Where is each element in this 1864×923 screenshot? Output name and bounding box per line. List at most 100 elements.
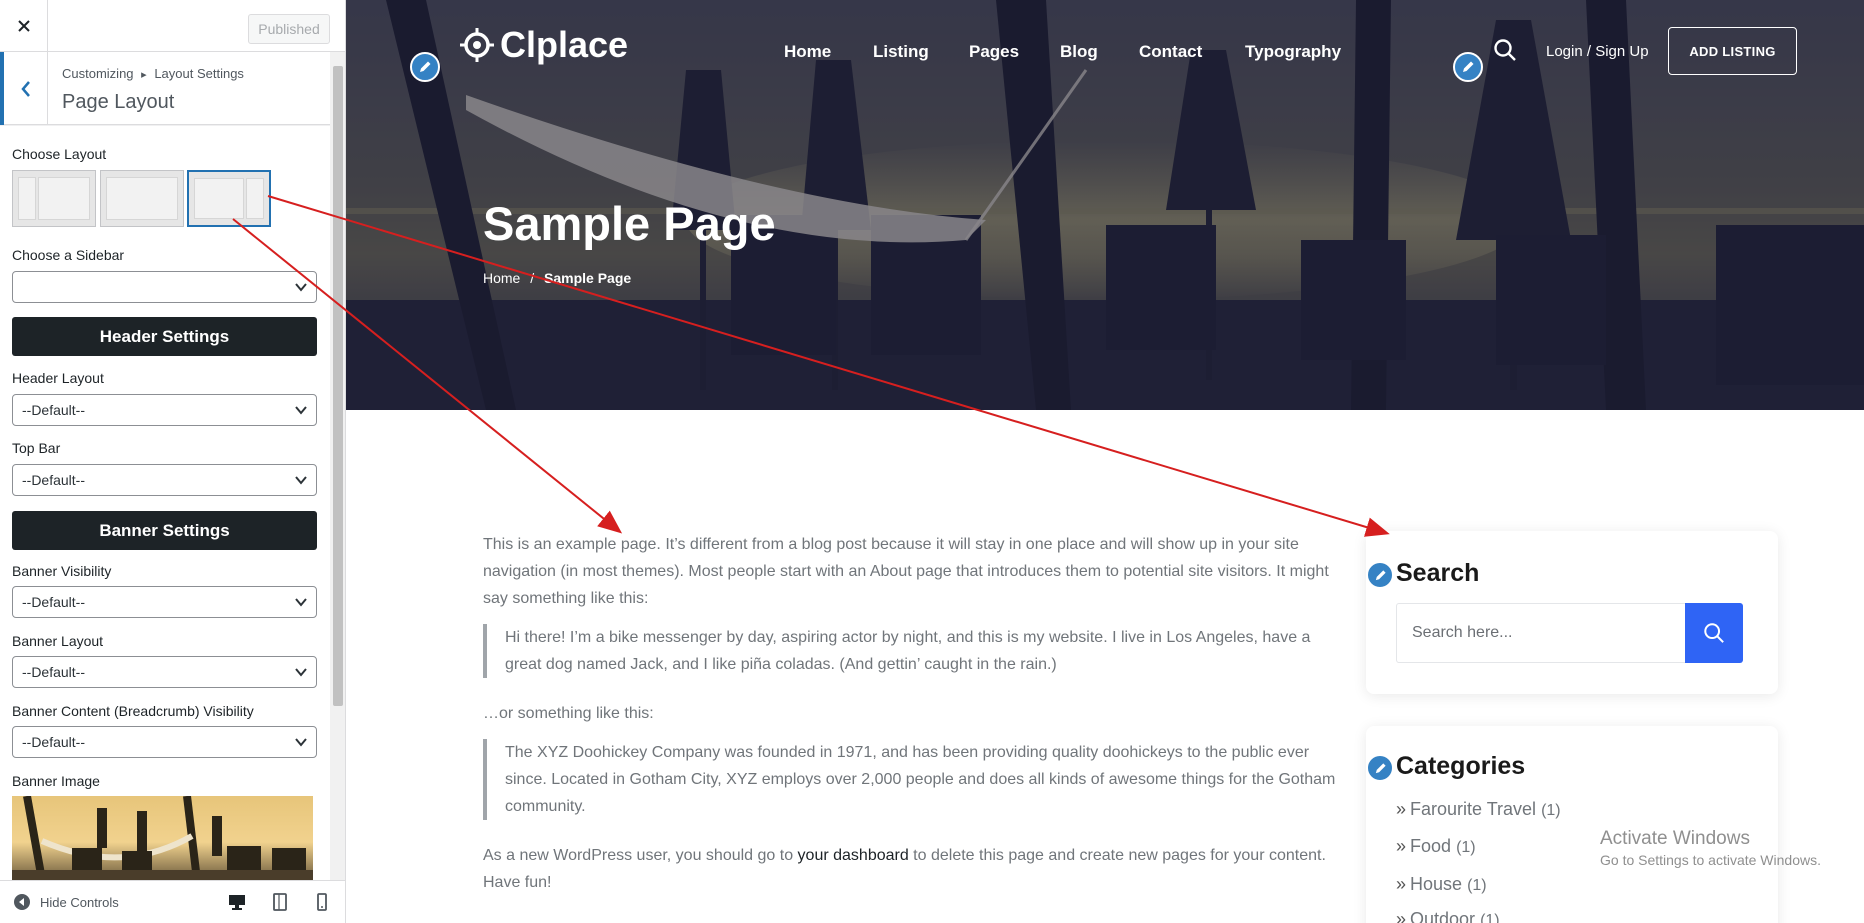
banner-visibility-value: --Default--	[22, 594, 86, 610]
search-submit-button[interactable]	[1685, 603, 1743, 663]
pencil-icon	[1375, 569, 1386, 580]
breadcrumb: Home / Sample Page	[483, 270, 631, 286]
content-quote-2: The XYZ Doohickey Company was founded in…	[483, 739, 1343, 820]
panel-scrollbar[interactable]	[330, 52, 345, 880]
panel-header: Customizing ▸ Layout Settings Page Layou…	[0, 52, 345, 125]
category-label: Farourite Travel	[1410, 799, 1537, 819]
banner-layout-select[interactable]: --Default--	[12, 656, 317, 688]
layout-option-left-sidebar[interactable]	[12, 170, 96, 227]
layout-sidebar-col	[18, 177, 36, 220]
edit-menu-shortcut[interactable]	[1453, 52, 1483, 82]
customizer-panel: Published Customizing ▸ Layout Settings …	[0, 0, 346, 923]
header-layout-select[interactable]: --Default--	[12, 394, 317, 426]
collapse-arrow-icon	[14, 894, 30, 910]
nav-home[interactable]: Home	[784, 42, 831, 62]
site-logo[interactable]: Clplace	[460, 24, 628, 66]
hide-controls-label: Hide Controls	[40, 894, 119, 910]
nav-contact[interactable]: Contact	[1139, 42, 1202, 62]
header-settings-button[interactable]: Header Settings	[12, 317, 317, 356]
content-quote-1: Hi there! I’m a bike messenger by day, a…	[483, 624, 1343, 678]
banner-content-label: Banner Content (Breadcrumb) Visibility	[12, 703, 254, 719]
customizer-footer: Hide Controls	[0, 880, 345, 923]
layout-content-col	[38, 177, 90, 220]
mobile-icon	[317, 893, 327, 911]
edit-categories-widget-shortcut[interactable]	[1366, 754, 1394, 782]
banner-layout-value: --Default--	[22, 664, 86, 680]
chevron-down-icon	[295, 738, 307, 747]
close-customizer-button[interactable]	[0, 0, 48, 52]
layout-content-col	[194, 178, 244, 219]
tablet-icon	[273, 893, 287, 911]
pencil-icon	[1375, 762, 1386, 773]
double-chevron-icon: »	[1396, 799, 1407, 819]
content-paragraph-2: …or something like this:	[483, 705, 654, 722]
category-item[interactable]: » Farourite Travel (1)	[1396, 799, 1561, 820]
top-bar-label: Top Bar	[12, 440, 61, 456]
desktop-icon	[229, 895, 245, 910]
banner-visibility-select[interactable]: --Default--	[12, 586, 317, 618]
nav-typography[interactable]: Typography	[1245, 42, 1341, 62]
edit-logo-shortcut[interactable]	[410, 52, 440, 82]
page-title: Sample Page	[483, 197, 776, 250]
back-button[interactable]	[0, 52, 48, 125]
layout-option-right-sidebar[interactable]	[187, 170, 271, 227]
category-item[interactable]: » Food (1)	[1396, 836, 1476, 857]
category-item[interactable]: » Outdoor (1)	[1396, 909, 1500, 923]
panel-breadcrumb: Customizing ▸ Layout Settings	[62, 66, 244, 81]
banner-image-thumbnail	[12, 796, 313, 880]
category-count: (1)	[1541, 802, 1561, 819]
hero-banner: Clplace Home Listing Pages Blog Contact …	[346, 0, 1864, 410]
category-label: House	[1410, 874, 1463, 894]
pencil-icon	[420, 61, 431, 72]
dashboard-link[interactable]: your dashboard	[798, 847, 909, 864]
choose-layout-label: Choose Layout	[12, 146, 107, 162]
layout-option-full-width[interactable]	[100, 170, 184, 227]
publish-button[interactable]: Published	[248, 14, 330, 44]
desktop-preview-button[interactable]	[228, 893, 246, 916]
login-signup-link[interactable]: Login / Sign Up	[1546, 43, 1649, 60]
banner-layout-label: Banner Layout	[12, 633, 104, 649]
mobile-preview-button[interactable]	[313, 893, 331, 916]
search-placeholder: Search here...	[1412, 624, 1513, 641]
add-listing-button[interactable]: ADD LISTING	[1668, 27, 1797, 75]
breadcrumb-section: Layout Settings	[154, 66, 244, 81]
hide-controls-button[interactable]: Hide Controls	[14, 894, 119, 910]
search-icon	[1494, 39, 1516, 61]
site-logo-text: Clplace	[500, 24, 629, 65]
tablet-preview-button[interactable]	[271, 893, 289, 916]
top-bar-value: --Default--	[22, 472, 86, 488]
content-paragraph-3: As a new WordPress user, you should go t…	[483, 842, 1343, 896]
chevron-down-icon	[295, 598, 307, 607]
banner-settings-button[interactable]: Banner Settings	[12, 511, 317, 550]
chevron-down-icon	[295, 476, 307, 485]
breadcrumb-separator: ▸	[141, 69, 147, 81]
banner-image-preview[interactable]	[12, 796, 313, 880]
close-icon	[17, 20, 30, 32]
header-search-button[interactable]	[1493, 38, 1517, 67]
double-chevron-icon: »	[1396, 874, 1407, 894]
breadcrumb-home[interactable]: Home	[483, 270, 520, 286]
category-label: Food	[1410, 836, 1452, 856]
top-bar-select[interactable]: --Default--	[12, 464, 317, 496]
search-input[interactable]: Search here...	[1396, 603, 1686, 663]
activate-windows-watermark: Activate Windows Go to Settings to activ…	[1600, 828, 1821, 868]
choose-sidebar-select[interactable]	[12, 271, 317, 303]
crosshair-logo-icon	[460, 28, 494, 62]
banner-content-select[interactable]: --Default--	[12, 726, 317, 758]
nav-blog[interactable]: Blog	[1060, 42, 1098, 62]
edit-search-widget-shortcut[interactable]	[1366, 561, 1394, 589]
breadcrumb-separator: /	[530, 270, 535, 286]
scrollbar-thumb[interactable]	[333, 66, 343, 706]
layout-content-col	[106, 177, 178, 220]
nav-pages[interactable]: Pages	[969, 42, 1019, 62]
double-chevron-icon: »	[1396, 909, 1407, 923]
category-count: (1)	[1480, 912, 1500, 923]
screen: { "customizer": { "close_label": "×", "p…	[0, 0, 1864, 923]
content-p3-before: As a new WordPress user, you should go t…	[483, 847, 798, 864]
banner-content-value: --Default--	[22, 734, 86, 750]
panel-body: Choose Layout Choose a Sidebar Header Se…	[0, 126, 330, 880]
layout-sidebar-col	[246, 178, 264, 219]
nav-listing[interactable]: Listing	[873, 42, 929, 62]
category-item[interactable]: » House (1)	[1396, 874, 1487, 895]
watermark-line-2: Go to Settings to activate Windows.	[1600, 852, 1821, 868]
